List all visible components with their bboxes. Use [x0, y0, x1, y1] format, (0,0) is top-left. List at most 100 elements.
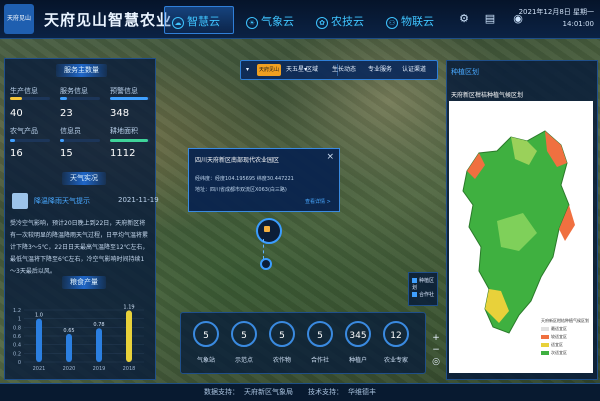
tab-weather-cloud[interactable]: ☀ 气象云 — [246, 13, 294, 29]
weather-date: 2021-11-19 — [118, 196, 159, 204]
legend-swatch — [412, 292, 417, 297]
leaf-icon: ✿ — [316, 17, 328, 29]
stat-label-agri-products: 农气产品 — [10, 127, 38, 135]
planting-zone-subtitle: 天府新区柑桔种植气候区划 — [451, 92, 524, 99]
tab-smart-cloud[interactable]: ☁ 智慧云 — [172, 13, 220, 29]
time-text: 14:01:00 — [562, 20, 594, 28]
stat-circle-crops: 5 — [269, 321, 295, 347]
zoning-map[interactable]: 天府新区柑桔种植气候区划 最适宜区 较适宜区 适宜区 次适宜区 — [449, 101, 593, 373]
stat-circle-demo-points: 5 — [231, 321, 257, 347]
footer-tech-label: 技术支持： — [308, 388, 343, 396]
bar-2021[interactable] — [36, 318, 42, 362]
toolbar-item-channel[interactable]: 认证渠道 — [399, 64, 429, 76]
bar-2018[interactable] — [126, 310, 132, 362]
stat-label-informants: 信息员 — [60, 127, 81, 135]
data-label: 1.0 — [35, 313, 43, 319]
location-popup: 四川天府新区南部现代农业园区 × 经纬度：经度104.195695 纬度30.4… — [188, 148, 340, 212]
stat-label-coops: 合作社 — [310, 357, 329, 364]
stat-label-warning: 预警信息 — [110, 87, 138, 95]
weather-thumbnail-icon — [12, 193, 28, 209]
settings-icon[interactable]: ⚙ — [458, 13, 470, 25]
stat-value-warning: 348 — [110, 108, 130, 119]
map-point-icon[interactable] — [260, 258, 272, 270]
y-tick-label: 1 — [18, 317, 21, 323]
tab-label: 物联云 — [401, 15, 434, 28]
stat-bar-agri-products — [10, 139, 50, 142]
zoom-controls: + − ◎ — [431, 332, 441, 370]
weather-headline[interactable]: 降温降雨天气提示 — [34, 196, 90, 206]
bar-2020[interactable] — [66, 333, 72, 362]
tab-label: 智慧云 — [187, 15, 220, 28]
location-pin-icon: ▾ — [246, 66, 250, 73]
close-icon[interactable]: × — [326, 152, 334, 162]
stat-label-crops: 农作物 — [272, 357, 291, 364]
x-tick-label: 2021 — [33, 366, 46, 372]
datetime: 2021年12月8日 星期一 14:01:00 — [519, 6, 594, 30]
stat-label-growers: 种植户 — [348, 357, 367, 364]
zoom-in-icon[interactable]: + — [431, 332, 441, 344]
legend-swatch — [541, 335, 549, 339]
x-tick-label: 2018 — [123, 366, 136, 372]
y-tick-label: 0.2 — [13, 351, 21, 357]
marker-connector — [263, 239, 272, 259]
stat-bar-informants — [60, 139, 100, 142]
weather-section-title: 天气实况 — [62, 172, 106, 185]
right-panel: 种植区划 天府新区柑桔种植气候区划 天府新区柑桔种植气候区划 最适宜区 较适宜区… — [446, 60, 598, 380]
legend-label: 较适宜区 — [551, 334, 567, 339]
stat-bar-production — [10, 97, 50, 100]
weather-icon: ☀ — [246, 17, 258, 29]
legend-item-coop[interactable]: 合作社 — [412, 291, 434, 298]
stat-label-farmland: 耕地面积 — [110, 127, 138, 135]
tab-label: 气象云 — [261, 15, 294, 28]
y-tick-label: 0.4 — [13, 343, 21, 349]
planting-zone-title: 种植区划 — [451, 68, 479, 76]
stat-label-demo-points: 示范点 — [234, 357, 253, 364]
map-toolbar: ▾ 天府见山 天五星 ▾ 区域 生长动态 专业服务 认证渠道 — [240, 60, 438, 80]
data-label: 0.65 — [63, 328, 74, 334]
service-count-title: 服务主数量 — [56, 64, 107, 77]
weather-description: 受冷空气影响，预计20日晚上到22日，天府新区将有一次较明显的降温降雨天气过程，… — [10, 220, 149, 275]
footer: 数据支持： 天府新区气象局 技术支持： 华维德丰 — [0, 383, 600, 401]
y-tick-label: 0 — [18, 360, 21, 366]
production-section-title: 粮食产量 — [62, 276, 106, 289]
stat-circle-experts: 12 — [383, 321, 409, 347]
legend-label: 最适宜区 — [551, 326, 567, 331]
legend-label: 次适宜区 — [551, 350, 567, 355]
popup-detail-link[interactable]: 查看详情 > — [305, 198, 331, 205]
toolbar-item-service[interactable]: 专业服务 — [365, 64, 395, 76]
toolbar-logo: 天府见山 — [257, 64, 281, 76]
tab-agritech-cloud[interactable]: ✿ 农技云 — [316, 13, 364, 29]
legend-swatch — [412, 278, 417, 283]
stat-value-farmland: 1112 — [110, 148, 136, 159]
stat-value-agri-products: 16 — [10, 148, 23, 159]
stat-circle-weather-stations: 5 — [193, 321, 219, 347]
legend-item-planting[interactable]: 种植区划 — [412, 277, 437, 291]
toolbar-item-region[interactable]: 区域 — [303, 64, 321, 76]
tab-label: 农技云 — [331, 15, 364, 28]
stat-label-production: 生产信息 — [10, 87, 38, 95]
zoning-legend-title: 天府新区柑桔种植气候区划 — [541, 318, 589, 323]
popup-coords: 经纬度：经度104.195695 纬度30.447221 — [195, 176, 294, 182]
date-text: 2021年12月8日 星期一 — [518, 8, 594, 16]
zoning-legend: 天府新区柑桔种植气候区划 最适宜区 较适宜区 适宜区 次适宜区 — [541, 318, 591, 356]
y-tick-label: 1.2 — [13, 308, 21, 314]
stat-bar-warning — [110, 97, 150, 100]
x-tick-label: 2020 — [63, 366, 76, 372]
network-icon: ⚇ — [386, 17, 398, 29]
stat-label-weather-stations: 气象站 — [196, 357, 215, 364]
zoning-legend-item: 次适宜区 — [541, 350, 591, 356]
zoning-legend-item: 最适宜区 — [541, 326, 591, 332]
y-tick-label: 0.6 — [13, 334, 21, 340]
stat-circle-coops: 5 — [307, 321, 333, 347]
footer-support-label: 数据支持： — [204, 388, 239, 396]
tab-iot-cloud[interactable]: ⚇ 物联云 — [386, 13, 434, 29]
legend-swatch — [541, 343, 549, 347]
stat-value-informants: 15 — [60, 148, 73, 159]
zoom-out-icon[interactable]: − — [431, 344, 441, 356]
popup-address: 地址：四川省成都市双流区X063(白三路) — [195, 187, 287, 193]
bar-2019[interactable] — [96, 328, 102, 362]
production-bar-chart: 1.2 1 0.8 0.6 0.4 0.2 0 1.0 2021 0.65 2020 0.78 2019… — [13, 304, 144, 372]
document-icon[interactable]: ▤ — [484, 13, 496, 25]
reset-view-icon[interactable]: ◎ — [431, 356, 441, 368]
toolbar-item-growth[interactable]: 生长动态 — [329, 64, 359, 76]
